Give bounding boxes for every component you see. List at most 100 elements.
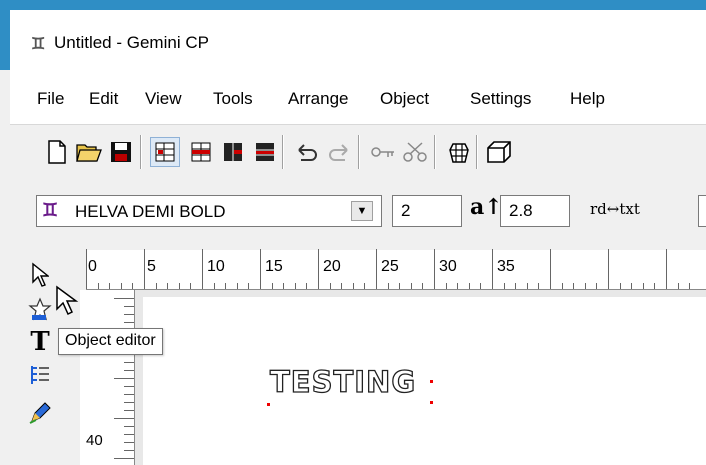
spacing-field[interactable] (698, 195, 706, 227)
ruler-tick (124, 402, 134, 403)
ruler-tick (86, 249, 87, 289)
toolbar-separator (282, 135, 284, 169)
ruler-tick (619, 283, 621, 289)
ruler-tick (387, 283, 389, 289)
ruler-tick (457, 283, 459, 289)
ruler-tick (492, 249, 493, 289)
ruler-label: 15 (265, 258, 283, 275)
ruler-tick (434, 249, 435, 289)
fill-icon[interactable] (444, 137, 474, 167)
toolbar-separator (434, 135, 436, 169)
ruler-tick (124, 314, 134, 315)
pencil-icon[interactable] (26, 398, 54, 428)
ruler-tick (190, 283, 192, 289)
align-left-icon[interactable] (150, 137, 180, 167)
ruler-tick (515, 283, 517, 289)
ruler-tick (654, 283, 656, 289)
save-icon[interactable] (106, 137, 136, 167)
font-select[interactable]: ♊︎ HELVA DEMI BOLD ▼ (36, 195, 382, 227)
toolbar-separator (140, 135, 142, 169)
ruler-tick (329, 283, 331, 289)
menu-help[interactable]: Help (570, 89, 605, 109)
align-center-icon[interactable] (186, 137, 216, 167)
ruler-tick (445, 283, 447, 289)
ruler-tick (480, 283, 482, 289)
menu-file[interactable]: File (37, 89, 64, 109)
menu-tools[interactable]: Tools (213, 89, 253, 109)
open-icon[interactable] (74, 137, 104, 167)
weld-icon[interactable] (368, 137, 398, 167)
menu-edit[interactable]: Edit (89, 89, 118, 109)
ruler-tick (124, 442, 134, 443)
ruler-tick (155, 283, 157, 289)
ruler-tick (677, 283, 679, 289)
ruler-tick (236, 283, 238, 289)
ruler-tick (631, 283, 633, 289)
ruler-tick (410, 283, 412, 289)
menu-settings[interactable]: Settings (470, 89, 531, 109)
ruler-tick (642, 283, 644, 289)
ruler-tick (294, 283, 296, 289)
menu-view[interactable]: View (145, 89, 182, 109)
text-object[interactable]: TESTING (269, 364, 416, 399)
redo-icon[interactable] (324, 137, 354, 167)
ruler-tick (114, 378, 134, 379)
star-icon[interactable] (26, 294, 54, 324)
letter-height-field[interactable]: 2.8 (500, 195, 570, 227)
ruler-tick (526, 283, 528, 289)
ruler-tick (666, 249, 667, 289)
selection-handle[interactable] (430, 401, 433, 404)
ruler-tick (114, 298, 134, 299)
spacing-label: rd↔txt (590, 200, 640, 218)
new-icon[interactable] (42, 137, 72, 167)
selection-handle[interactable] (430, 380, 433, 383)
chevron-down-icon[interactable]: ▼ (351, 201, 373, 221)
ruler-tick (124, 410, 134, 411)
canvas[interactable] (143, 297, 706, 465)
vertical-ruler: 45 40 (80, 290, 135, 465)
ruler-tick (689, 283, 691, 289)
toolbar (10, 124, 706, 180)
ruler-label: 40 (86, 432, 103, 449)
cut-icon[interactable] (400, 137, 430, 167)
horizontal-ruler: 0 5 10 15 20 25 30 35 (86, 249, 706, 290)
menu-object[interactable]: Object (380, 89, 429, 109)
ruler-tick (538, 283, 540, 289)
ruler-label: 35 (497, 258, 515, 275)
ruler-tick (376, 249, 377, 289)
size-field[interactable]: 2 (392, 195, 462, 227)
window-title: Untitled - Gemini CP (54, 33, 209, 52)
ruler-tick (584, 283, 586, 289)
ruler-tick (109, 283, 111, 289)
ruler-tick (124, 362, 134, 363)
ruler-label: 30 (439, 258, 457, 275)
ruler-tick (225, 283, 227, 289)
ruler-tick (97, 283, 99, 289)
ruler-tick (144, 249, 145, 289)
toolbar-separator (358, 135, 360, 169)
ruler-label: 20 (323, 258, 341, 275)
ruler-tick (364, 283, 366, 289)
ruler-tick (124, 370, 134, 371)
ruler-tick (422, 283, 424, 289)
ruler-tick (503, 283, 505, 289)
ruler-label: 10 (207, 258, 225, 275)
ruler-label: 25 (381, 258, 399, 275)
menu-arrange[interactable]: Arrange (288, 89, 348, 109)
ruler-tick (124, 434, 134, 435)
align-right-icon[interactable] (218, 137, 248, 167)
ruler-tick (260, 249, 261, 289)
ruler-tick (202, 249, 203, 289)
selection-handle[interactable] (267, 403, 270, 406)
ruler-tick (114, 458, 134, 459)
toolbar-separator (476, 135, 478, 169)
frame-icon[interactable] (484, 137, 514, 167)
font-type-icon: ♊︎ (42, 200, 59, 221)
text-tool-icon[interactable]: T (26, 327, 54, 357)
list-icon[interactable] (26, 360, 54, 390)
undo-icon[interactable] (292, 137, 322, 167)
ruler-tick (124, 426, 134, 427)
align-justify-icon[interactable] (250, 137, 280, 167)
arrow-icon[interactable] (26, 260, 54, 290)
title-bar: ♊︎ Untitled - Gemini CP (0, 0, 706, 70)
